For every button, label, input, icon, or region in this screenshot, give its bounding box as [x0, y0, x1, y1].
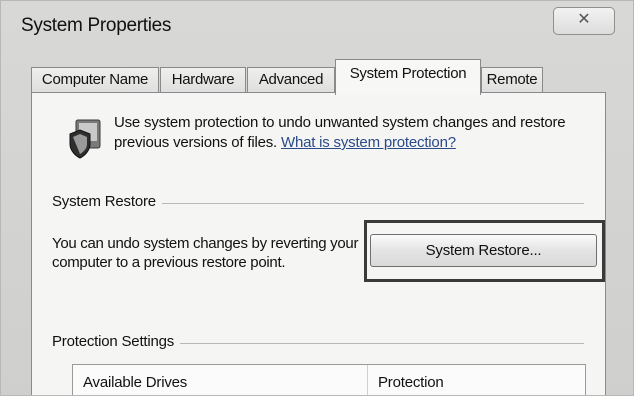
system-restore-button[interactable]: System Restore...	[370, 234, 597, 267]
tab-system-protection[interactable]: System Protection	[335, 59, 481, 95]
system-protection-shield-icon	[69, 119, 101, 159]
tab-remote[interactable]: Remote	[481, 67, 543, 93]
close-icon: ✕	[577, 11, 591, 28]
column-header-available-drives[interactable]: Available Drives	[83, 374, 187, 391]
info-description: Use system protection to undo unwanted s…	[114, 113, 584, 153]
column-separator	[367, 365, 368, 395]
available-drives-table[interactable]: Available Drives Protection	[72, 364, 586, 395]
tab-hardware[interactable]: Hardware	[160, 67, 246, 93]
system-properties-window: System Properties ✕ Computer Name Hardwa…	[0, 0, 634, 396]
close-button[interactable]: ✕	[553, 7, 615, 35]
title-bar: System Properties ✕	[1, 1, 633, 47]
window-title: System Properties	[21, 15, 172, 36]
tab-advanced[interactable]: Advanced	[247, 67, 335, 93]
system-restore-group-label: System Restore	[52, 193, 162, 210]
system-restore-description: You can undo system changes by reverting…	[52, 235, 359, 271]
column-header-protection[interactable]: Protection	[378, 374, 444, 391]
what-is-system-protection-link[interactable]: What is system protection?	[281, 134, 456, 151]
tab-computer-name[interactable]: Computer Name	[31, 67, 159, 93]
protection-settings-group-label: Protection Settings	[52, 333, 181, 350]
system-protection-panel: Use system protection to undo unwanted s…	[31, 92, 606, 395]
